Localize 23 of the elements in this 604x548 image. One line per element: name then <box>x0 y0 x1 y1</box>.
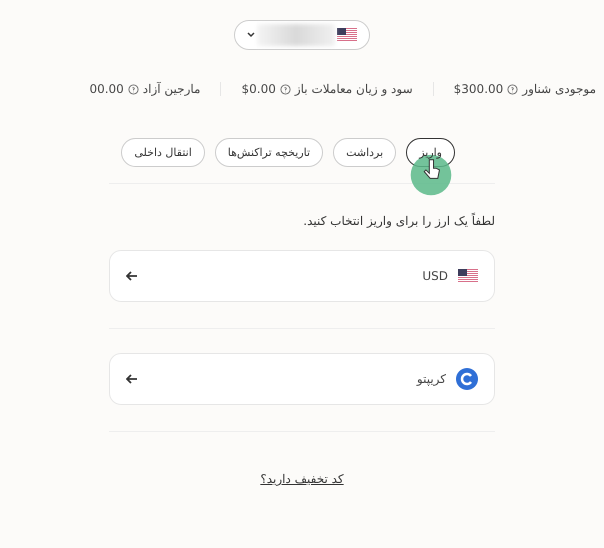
coin-icon <box>456 368 478 390</box>
promo-code-link[interactable]: کد تخفیف دارید؟ <box>260 472 344 486</box>
stat-label: موجودی شناور <box>522 82 596 96</box>
stat-label: سود و زیان معاملات باز <box>294 82 413 96</box>
account-selector[interactable] <box>234 20 370 50</box>
instruction-text: لطفاً یک ارز را برای واریز انتخاب کنید. <box>302 214 495 228</box>
arrow-left-icon <box>126 374 138 384</box>
stat-value: $0.00 <box>241 82 276 96</box>
flag-icon <box>337 28 357 42</box>
arrow-left-icon <box>126 271 138 281</box>
stat-label: مارجین آزاد <box>142 82 200 96</box>
chevron-down-icon <box>247 32 255 38</box>
tab[interactable]: انتقال داخلی <box>121 138 205 167</box>
info-icon <box>280 84 291 94</box>
info-icon <box>507 84 518 94</box>
stat-value: 00.00 <box>89 82 124 96</box>
stat-value: $300.00 <box>454 82 504 96</box>
tab[interactable]: تاریخچه تراکنش‌ها <box>214 138 324 167</box>
info-icon <box>128 84 139 94</box>
currency-option[interactable]: USD <box>109 250 495 302</box>
flag-icon <box>458 269 478 283</box>
tab[interactable]: برداشت <box>333 138 396 167</box>
currency-option[interactable]: کریپتو <box>109 353 495 405</box>
